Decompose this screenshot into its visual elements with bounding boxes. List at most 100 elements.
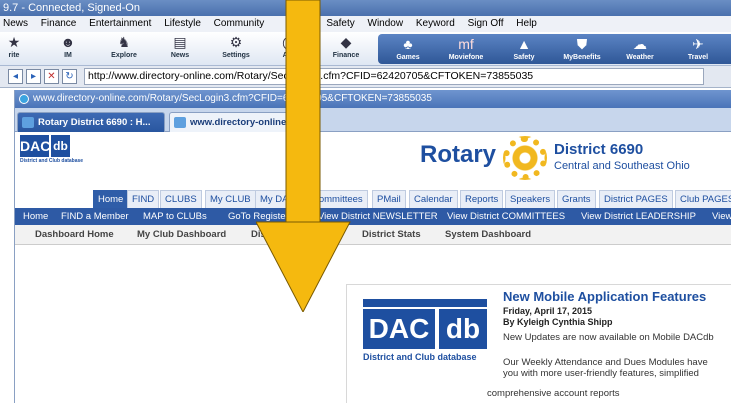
link-district-leadership[interactable]: View District LEADERSHIP	[581, 208, 696, 225]
logo-dac-large: DAC	[363, 309, 435, 349]
news-panel: DAC db District and Club database New Mo…	[346, 284, 731, 403]
dashboard-bar: Dashboard Home My Club Dashboard Distric…	[15, 225, 731, 245]
embedded-browser: www.directory-online.com/Rotary/SecLogin…	[14, 90, 731, 403]
link-district-stats[interactable]: District Stats	[362, 225, 421, 245]
link-district-committees[interactable]: View District COMMITTEES	[447, 208, 565, 225]
page-icon	[22, 117, 34, 128]
tab-clubs[interactable]: CLUBS	[160, 190, 202, 208]
news-paragraph: Our Weekly Attendance and Dues Modules h…	[503, 357, 708, 368]
link-goto-registerme[interactable]: GoTo RegisterME	[228, 208, 303, 225]
menu-item-sign-off[interactable]: Sign Off	[468, 18, 504, 29]
toolbar-favorites-button[interactable]: ★ rite	[0, 34, 42, 64]
tab-district-pages[interactable]: District PAGES	[599, 190, 673, 208]
stop-button[interactable]: ✕	[44, 69, 59, 84]
tab-grants[interactable]: Grants	[557, 190, 596, 208]
news-title[interactable]: New Mobile Application Features	[503, 289, 706, 304]
menu-item-community[interactable]: Community	[214, 18, 265, 29]
main-content: DAC db District and Club database New Mo…	[15, 246, 731, 403]
safety-icon: ▲	[517, 36, 531, 52]
menu-item-help[interactable]: Help	[516, 18, 537, 29]
browser-tab-rotary[interactable]: Rotary District 6690 : H...	[17, 112, 165, 132]
menu-item-entertainment[interactable]: Entertainment	[89, 18, 151, 29]
toolbar-settings-button[interactable]: ⚙ Settings	[208, 34, 264, 64]
menu-item-finance[interactable]: Finance	[41, 18, 77, 29]
toolbar-im-button[interactable]: ☻ IM	[40, 34, 96, 64]
news-paragraph: you with more user-friendly features, si…	[503, 368, 699, 379]
link-map-to-clubs[interactable]: MAP to CLUBs	[143, 208, 207, 225]
benefits-icon: ⛊	[576, 36, 588, 52]
back-icon: ◂	[12, 71, 19, 82]
window-title: 9.7 - Connected, Signed-On	[0, 0, 731, 16]
address-bar: ◂ ▸ ✕ ↻ http://www.directory-online.com/…	[0, 66, 731, 88]
finance-icon: ◆	[340, 34, 352, 50]
star-icon: ★	[7, 34, 21, 50]
rotary-wheel-icon	[503, 136, 547, 180]
tab-calendar[interactable]: Calendar	[409, 190, 458, 208]
menu-item-keyword[interactable]: Keyword	[416, 18, 455, 29]
tab-club-pages[interactable]: Club PAGES	[675, 190, 731, 208]
link-my-club-dashboard[interactable]: My Club Dashboard	[137, 225, 226, 245]
menu-item-lifestyle[interactable]: Lifestyle	[164, 18, 201, 29]
back-button[interactable]: ◂	[8, 69, 23, 84]
globe-icon	[19, 94, 29, 104]
logo-db: db	[51, 135, 70, 157]
logo-caption-large: District and Club database	[363, 352, 477, 362]
tab-my-club[interactable]: My CLUB	[205, 190, 256, 208]
news-icon: ▤	[173, 34, 187, 50]
logo-bar	[363, 299, 487, 307]
logo-db-large: db	[439, 309, 487, 349]
refresh-icon: ↻	[65, 71, 74, 82]
url-input[interactable]: http://www.directory-online.com/Rotary/S…	[84, 68, 704, 85]
menu-item-news[interactable]: News	[3, 18, 28, 29]
tab-reports[interactable]: Reports	[460, 190, 504, 208]
weather-icon: ☁	[633, 36, 647, 52]
menu-item-services[interactable]: es	[303, 18, 314, 29]
games-icon: ♣	[403, 36, 413, 52]
toolbar-safety-button[interactable]: ▲ Safety	[496, 36, 552, 66]
link-district-newsletter[interactable]: View District NEWSLETTER	[318, 208, 438, 225]
forward-button[interactable]: ▸	[26, 69, 41, 84]
link-home[interactable]: Home	[23, 208, 48, 225]
menu-bar: News Finance Entertainment Lifestyle Com…	[0, 16, 731, 32]
logo-dac: DAC	[20, 135, 50, 157]
link-dashboard-home[interactable]: Dashboard Home	[35, 225, 114, 245]
refresh-button[interactable]: ↻	[62, 69, 77, 84]
toolbar-mybenefits-button[interactable]: ⛊ MyBenefits	[554, 36, 610, 66]
toolbar-aol-button[interactable]: ◯ AOL	[262, 34, 318, 64]
link-system-dashboard[interactable]: System Dashboard	[445, 225, 531, 245]
toolbar-explore-button[interactable]: ♞ Explore	[96, 34, 152, 64]
news-date: Friday, April 17, 2015	[503, 306, 593, 316]
moviefone-icon: mf	[458, 36, 474, 52]
tab-home[interactable]: Home	[93, 190, 129, 208]
link-view[interactable]: View	[712, 208, 731, 225]
link-find-a-member[interactable]: FIND a Member	[61, 208, 129, 225]
inner-title-text: www.directory-online.com/Rotary/SecLogin…	[33, 93, 432, 104]
screen: 9.7 - Connected, Signed-On News Finance …	[0, 0, 731, 403]
im-icon: ☻	[60, 34, 76, 50]
browser-tab-directory[interactable]: www.directory-online.com	[169, 112, 319, 132]
logo-caption: District and Club database	[20, 158, 84, 164]
aol-toolbar: ★ rite ☻ IM ♞ Explore ▤ News ⚙ Settings ◯ AOL …	[0, 32, 731, 66]
toolbar-news-button[interactable]: ▤ News	[152, 34, 208, 64]
toolbar-travel-button[interactable]: ✈ Travel	[670, 36, 726, 66]
tab-my-data[interactable]: My DATA	[255, 190, 305, 208]
tab-find[interactable]: FIND	[127, 190, 160, 208]
toolbar-services-group: ♣ Games mf Moviefone ▲ Safety ⛊ MyBenefits ☁…	[378, 34, 731, 64]
inner-title-bar: www.directory-online.com/Rotary/SecLogin…	[15, 90, 731, 108]
link-district-dashboard[interactable]: District Dashboard	[251, 225, 336, 245]
toolbar-games-button[interactable]: ♣ Games	[380, 36, 436, 66]
tab-committees[interactable]: Committees	[307, 190, 368, 208]
menu-item-safety[interactable]: Safety	[326, 18, 354, 29]
close-icon: ✕	[47, 71, 56, 82]
toolbar-moviefone-button[interactable]: mf Moviefone	[438, 36, 494, 66]
tab-pmail[interactable]: PMail	[372, 190, 406, 208]
menu-item-window[interactable]: Window	[368, 18, 404, 29]
district-title: District 6690	[554, 141, 644, 158]
site-header: DAC db District and Club database Rotary…	[15, 133, 731, 188]
toolbar-finance-button[interactable]: ◆ Finance	[318, 34, 374, 64]
dacdb-logo[interactable]: DAC db District and Club database	[20, 135, 84, 169]
tab-speakers[interactable]: Speakers	[505, 190, 556, 208]
explore-icon: ♞	[117, 34, 131, 50]
toolbar-weather-button[interactable]: ☁ Weather	[612, 36, 668, 66]
district-subtitle: Central and Southeast Ohio	[554, 160, 690, 172]
